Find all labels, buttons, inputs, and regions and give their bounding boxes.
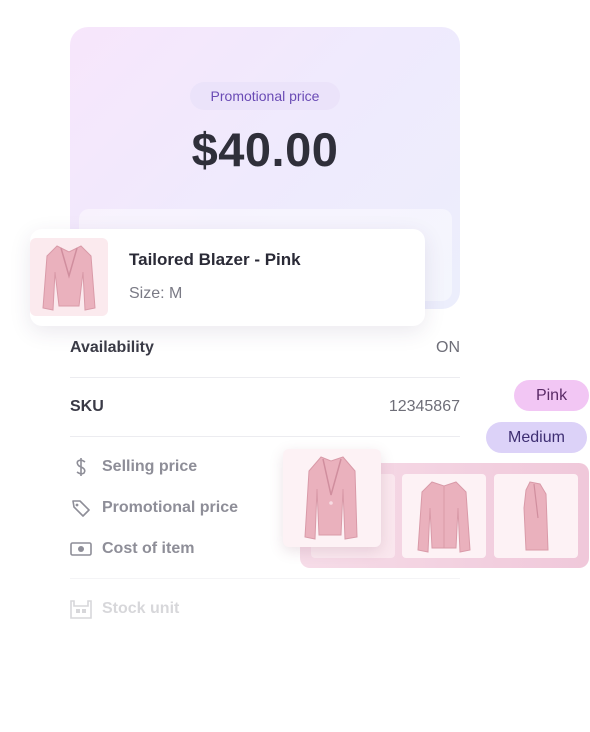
divider: [70, 436, 460, 437]
menu-item-selling-price[interactable]: Selling price: [70, 456, 197, 478]
blazer-side-image: [523, 481, 549, 551]
tag-icon: [70, 497, 92, 519]
gallery-main-image[interactable]: [283, 449, 381, 547]
product-thumbnail: [30, 238, 108, 316]
size-tag-medium[interactable]: Medium: [486, 422, 587, 453]
blazer-back-image: [417, 481, 471, 553]
blazer-image: [304, 456, 358, 540]
product-size: Size: M: [129, 285, 183, 302]
menu-item-stock-unit[interactable]: Stock unit: [70, 598, 179, 620]
cash-icon: [70, 538, 92, 560]
product-name: Tailored Blazer - Pink: [129, 250, 301, 269]
divider: [70, 377, 460, 378]
sku-value: 12345867: [388, 398, 460, 415]
availability-label: Availability: [70, 339, 154, 356]
blazer-image: [42, 245, 96, 311]
availability-toggle[interactable]: ON: [436, 339, 460, 357]
gallery-image[interactable]: [494, 474, 578, 558]
menu-item-label: Cost of item: [102, 540, 195, 557]
warehouse-icon: [70, 598, 92, 620]
price-value: $40.00: [191, 123, 339, 176]
dollar-icon: [70, 456, 92, 478]
menu-item-label: Selling price: [102, 458, 198, 475]
gallery-image[interactable]: [402, 474, 486, 558]
sku-label: SKU: [70, 398, 104, 415]
promotional-price-badge: Promotional price: [190, 82, 340, 110]
menu-item-promotional-price[interactable]: Promotional price: [70, 497, 238, 519]
divider: [70, 578, 460, 579]
color-tag-pink[interactable]: Pink: [514, 380, 589, 411]
menu-item-cost-of-item[interactable]: Cost of item: [70, 538, 194, 560]
menu-item-label: Stock unit: [102, 600, 180, 617]
menu-item-label: Promotional price: [102, 499, 239, 516]
